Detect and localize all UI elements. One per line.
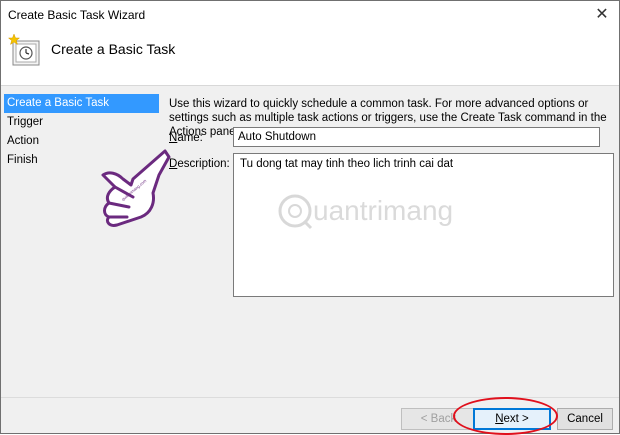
title-bar[interactable]: Create Basic Task Wizard ✕ xyxy=(1,1,619,29)
highlight-ellipse xyxy=(453,397,558,435)
step-create-basic-task[interactable]: Create a Basic Task xyxy=(4,94,159,113)
close-button[interactable]: ✕ xyxy=(585,1,619,29)
description-label: Description: xyxy=(169,158,230,170)
pointing-hand-icon: quantrimang.com xyxy=(101,149,171,227)
watermark: uantrimang xyxy=(277,191,477,234)
wizard-header: Create a Basic Task xyxy=(1,29,619,86)
name-input[interactable] xyxy=(233,127,600,147)
wizard-window: Create Basic Task Wizard ✕ Create a Basi… xyxy=(0,0,620,435)
name-label-text: ame: xyxy=(177,132,203,144)
step-trigger[interactable]: Trigger xyxy=(4,113,159,132)
cancel-button[interactable]: Cancel xyxy=(557,408,613,430)
page-title: Create a Basic Task xyxy=(51,41,176,57)
watermark-text: uantrimang xyxy=(313,195,454,226)
task-scheduler-icon xyxy=(7,33,40,66)
description-label-text: escription: xyxy=(177,158,230,170)
name-label: Name: xyxy=(169,132,203,144)
window-title: Create Basic Task Wizard xyxy=(8,8,146,22)
